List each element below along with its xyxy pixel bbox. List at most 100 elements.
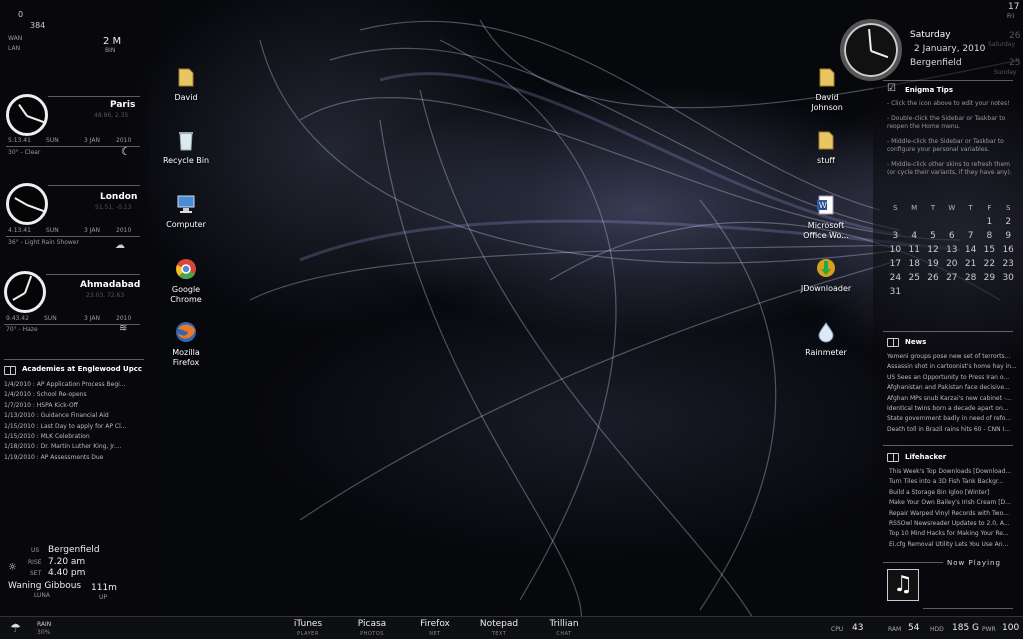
ram-label: RAM (888, 626, 902, 633)
rise-time: 7.20 am (48, 557, 86, 567)
list-item[interactable]: 1/4/2010 : School Re-opens (4, 390, 126, 400)
list-item[interactable]: 1/19/2010 : AP Assessments Due (4, 453, 126, 463)
music-note-icon[interactable]: ♫ (887, 569, 919, 601)
desktop-icon-microsoft-office-word[interactable]: W Microsoft Office Wo... (791, 194, 861, 241)
edge-date-num: 25 (1009, 58, 1021, 68)
edit-notes-icon[interactable]: ☑ (887, 83, 896, 94)
cpu-value: 43 (852, 623, 864, 633)
computer-icon (177, 195, 195, 213)
set-time: 4.40 pm (48, 568, 86, 578)
edge-date-label: Saturday (988, 41, 1016, 48)
hdd-label: HDD (930, 626, 944, 633)
city-prefix: US (31, 547, 40, 554)
edge-date-num: 26 (1009, 31, 1021, 41)
calendar-week: 24 25 26 27 28 29 30 (889, 273, 1014, 283)
coords: 23.03, 72.63 (86, 292, 125, 299)
time: 5.13.41 (8, 137, 31, 144)
tip-item: - Double-click the Sidebar or Taskbar to… (887, 115, 1006, 130)
icon-label: Mozilla Firefox (172, 348, 200, 367)
taskbar-app-trillian[interactable]: Trillian CHAT (545, 619, 583, 639)
haze-icon: ≋ (119, 323, 128, 334)
tip-item: - Middle-click other skins to refresh th… (887, 161, 1012, 176)
taskbar-app-notepad[interactable]: Notepad TEXT (479, 619, 519, 639)
ram-value: 54 (908, 623, 920, 633)
book-icon[interactable] (887, 338, 899, 347)
folder-icon (178, 68, 194, 87)
list-item[interactable]: Top 10 Mind Hacks for Making Your Re... (889, 529, 1019, 539)
taskbar-app-itunes[interactable]: iTunes PLAYER (290, 619, 326, 639)
analog-clock-icon (6, 183, 48, 225)
cpu-label: CPU (831, 626, 844, 633)
list-item[interactable]: Yemeni groups pose new set of terrorts..… (887, 352, 1017, 362)
desktop-icon-computer[interactable]: Computer (151, 193, 221, 229)
city-name: Paris (110, 100, 136, 110)
coords: 48.86, 2.35 (94, 112, 129, 119)
analog-clock-icon (4, 271, 46, 313)
list-item[interactable]: Identical twins born a decade apart on..… (887, 404, 1017, 414)
word-document-icon: W (817, 195, 834, 215)
download-value: 384 (30, 21, 46, 30)
list-item[interactable]: 1/18/2010 : Dr. Martin Luther King, Jr..… (4, 442, 126, 452)
book-icon[interactable] (4, 366, 16, 375)
moon-city: Bergenfield (48, 545, 100, 555)
day: SUN (46, 137, 59, 144)
desktop-icon-stuff[interactable]: stuff (791, 129, 861, 165)
moon-icon: ☾ (121, 145, 131, 158)
icon-label: Computer (166, 220, 206, 229)
rainmeter-icon (818, 322, 834, 343)
list-item[interactable]: Turn Tiles into a 3D Fish Tank Backgr... (889, 477, 1019, 487)
list-item[interactable]: RSSOwl Newsreader Updates to 2.0, A... (889, 519, 1019, 529)
icon-label: Recycle Bin (162, 156, 210, 165)
list-item[interactable]: Assassin shot in cartoonist's home hay i… (887, 362, 1017, 372)
folder-icon (819, 68, 835, 87)
list-item[interactable]: 1/4/2010 : AP Application Process Begi..… (4, 380, 126, 390)
list-item[interactable]: State government badly in need of refo..… (887, 414, 1017, 424)
list-item[interactable]: Make Your Own Bailey's Irish Cream [D... (889, 498, 1019, 508)
list-item[interactable]: Build a Storage Bin Igloo [Winter] (889, 488, 1019, 498)
icon-label: JDownloader (800, 284, 852, 293)
edge-date-label: Sunday (994, 69, 1017, 76)
list-item[interactable]: 1/15/2010 : MLK Celebration (4, 432, 126, 442)
date: 3 JAN (84, 315, 100, 322)
list-item[interactable]: Afghan MPs snub Karzai's new cabinet -..… (887, 394, 1017, 404)
icon-label: Rainmeter (805, 348, 847, 357)
icon-label: Microsoft Office Wo... (803, 221, 849, 240)
taskbar-app-picasa[interactable]: Picasa PHOTOS (354, 619, 390, 639)
taskbar-app-firefox[interactable]: Firefox NET (416, 619, 454, 639)
list-item[interactable]: 1/15/2010 : Last Day to apply for AP Cl.… (4, 422, 126, 432)
calendar: SMTWTFS 12 3456789 10 11 12 13 14 15 16 17 18 19… (886, 201, 1018, 299)
list-item[interactable]: Repair Warped Vinyl Records with Two... (889, 509, 1019, 519)
date-weekday: Saturday (910, 30, 951, 40)
wan-label: WAN (8, 35, 23, 42)
desktop-icon-jdownloader[interactable]: JDownloader (791, 257, 861, 293)
year: 2010 (116, 137, 132, 144)
chrome-icon (176, 259, 196, 280)
list-item[interactable]: Ei.cfg Removal Utility Lets You Use An..… (889, 540, 1019, 550)
phase-label: LUNA (34, 592, 51, 599)
time: 9.43.42 (6, 315, 29, 322)
list-item[interactable]: 1/13/2010 : Guidance Financial Aid (4, 411, 126, 421)
day: SUN (44, 315, 57, 322)
large-analog-clock-icon[interactable] (840, 19, 902, 81)
list-item[interactable]: 1/7/2010 : HSPA Kick-Off (4, 401, 126, 411)
calendar-week: 10 11 12 13 14 15 16 (889, 245, 1014, 255)
desktop-icon-google-chrome[interactable]: Google Chrome (151, 258, 221, 305)
desktop-icon-rainmeter[interactable]: Rainmeter (791, 321, 861, 357)
sunrise-icon: ☼ (8, 562, 17, 573)
desktop-icon-david[interactable]: David (151, 66, 221, 102)
list-item[interactable]: Death toll in Brazil rains hits 60 - CNN… (887, 425, 1017, 435)
desktop-icon-recycle-bin[interactable]: Recycle Bin (151, 129, 221, 165)
list-item[interactable]: This Week's Top Downloads [Download... (889, 467, 1019, 477)
year: 2010 (116, 227, 132, 234)
list-item[interactable]: US Sees an Opportunity to Press Iran o..… (887, 373, 1017, 383)
desktop-icon-mozilla-firefox[interactable]: Mozilla Firefox (151, 321, 221, 368)
lan-label: LAN (8, 45, 21, 52)
icon-label: David (174, 93, 198, 102)
list-item[interactable]: Afghanistan and Pakistan face decisive..… (887, 383, 1017, 393)
weather: 30° - Clear (8, 149, 41, 156)
feed-title: Lifehacker (905, 453, 947, 461)
recycle-bin-icon (179, 132, 193, 151)
icon-label: Google Chrome (170, 285, 202, 304)
speed-unit: BIN (105, 47, 116, 54)
book-icon[interactable] (887, 453, 899, 462)
